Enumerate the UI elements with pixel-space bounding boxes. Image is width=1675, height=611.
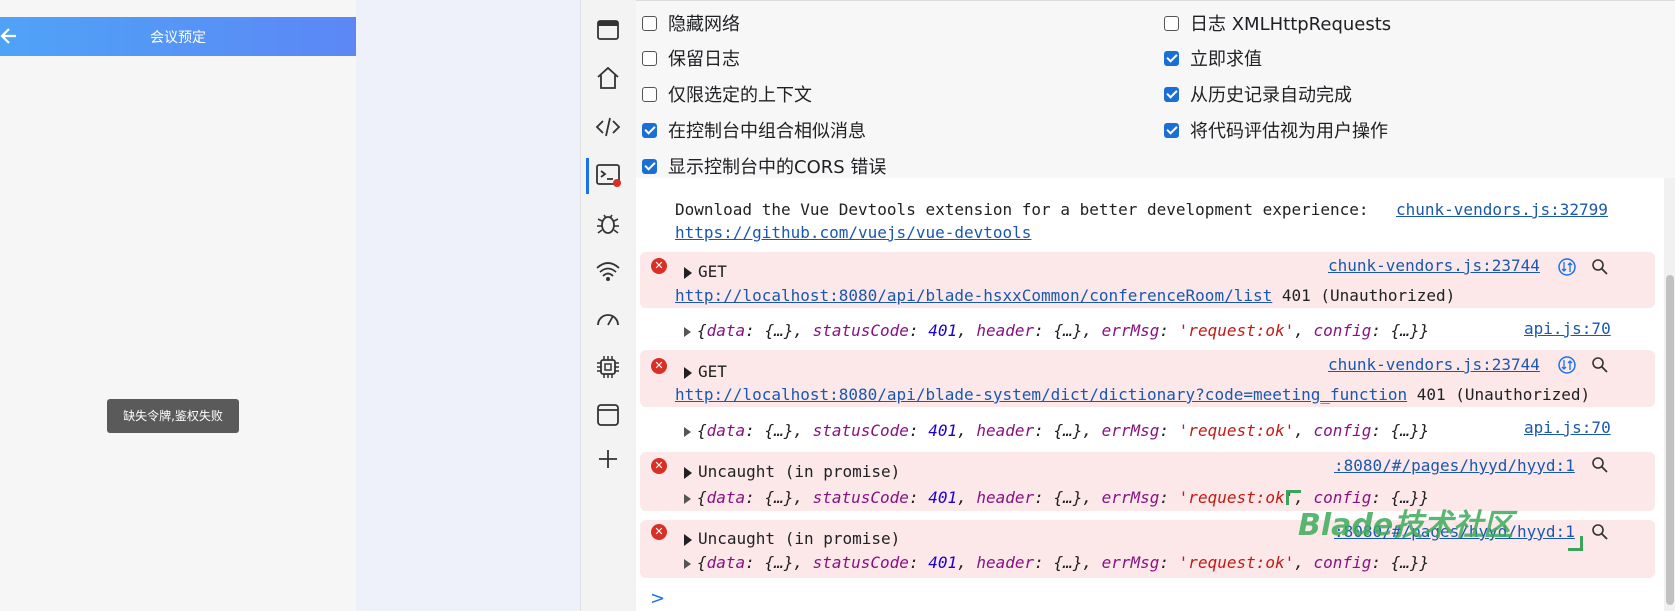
error-line: http://localhost:8080/api/blade-system/d… xyxy=(675,385,1591,404)
setting-eager-eval[interactable]: 立即求值 xyxy=(1164,45,1262,71)
vue-devtools-link[interactable]: https://github.com/vuejs/vue-devtools xyxy=(675,223,1031,242)
search-icon[interactable] xyxy=(1591,523,1609,541)
search-icon[interactable] xyxy=(1591,356,1609,374)
uncaught-error[interactable]: Uncaught (in promise) xyxy=(684,462,900,481)
code-icon[interactable] xyxy=(595,114,621,140)
request-method[interactable]: GET xyxy=(684,262,727,281)
object-preview[interactable]: {data: {…}, statusCode: 401, header: {…}… xyxy=(684,321,1429,340)
setting-log-xhr[interactable]: 日志 XMLHttpRequests xyxy=(1164,10,1391,36)
checkbox[interactable] xyxy=(642,15,657,31)
checkbox[interactable] xyxy=(642,122,657,138)
performance-icon[interactable] xyxy=(595,306,621,332)
console-settings-panel: 隐藏网络 保留日志 仅限选定的上下文 在控制台中组合相似消息 显示控制台中的CO… xyxy=(636,0,1675,179)
request-method[interactable]: GET xyxy=(684,362,727,381)
setting-autocomplete[interactable]: 从历史记录自动完成 xyxy=(1164,81,1352,107)
source-link[interactable]: chunk-vendors.js:23744 xyxy=(1328,355,1540,374)
checkbox[interactable] xyxy=(642,86,657,102)
active-tab-indicator xyxy=(586,158,589,194)
error-icon: ✕ xyxy=(651,258,667,274)
checkbox[interactable] xyxy=(642,158,657,174)
wifi-icon[interactable] xyxy=(595,258,621,284)
error-icon: ✕ xyxy=(651,458,667,474)
watermark-bracket xyxy=(1568,536,1583,551)
preview-header: 会议预定 xyxy=(0,17,356,56)
window-icon[interactable] xyxy=(595,17,621,43)
setting-user-activation[interactable]: 将代码评估视为用户操作 xyxy=(1164,117,1388,143)
checkbox[interactable] xyxy=(1164,122,1179,138)
error-line: http://localhost:8080/api/blade-hsxxComm… xyxy=(675,286,1456,305)
checkbox[interactable] xyxy=(642,50,657,66)
setting-selected-context[interactable]: 仅限选定的上下文 xyxy=(642,81,812,107)
error-icon: ✕ xyxy=(651,524,667,540)
request-url[interactable]: http://localhost:8080/api/blade-system/d… xyxy=(675,385,1407,404)
vue-devtools-message: Download the Vue Devtools extension for … xyxy=(675,200,1369,219)
source-link[interactable]: api.js:70 xyxy=(1524,418,1611,437)
console-prompt[interactable]: > xyxy=(650,588,665,609)
scrollbar-thumb[interactable] xyxy=(1666,275,1674,605)
source-link[interactable]: :8080/#/pages/hyyd/hyyd:1 xyxy=(1334,456,1575,475)
console-icon[interactable] xyxy=(595,162,621,188)
checkbox[interactable] xyxy=(1164,50,1179,66)
setting-cors-errors[interactable]: 显示控制台中的CORS 错误 xyxy=(642,153,886,179)
checkbox[interactable] xyxy=(1164,86,1179,102)
setting-group-similar[interactable]: 在控制台中组合相似消息 xyxy=(642,117,866,143)
network-request-icon[interactable] xyxy=(1558,356,1576,374)
source-link[interactable]: chunk-vendors.js:32799 xyxy=(1396,200,1608,219)
search-icon[interactable] xyxy=(1591,456,1609,474)
bug-icon[interactable] xyxy=(595,210,621,236)
empty-area xyxy=(356,0,580,611)
error-toast: 缺失令牌,鉴权失败 xyxy=(107,399,239,433)
network-request-icon[interactable] xyxy=(1558,258,1576,276)
error-icon: ✕ xyxy=(651,358,667,374)
source-link[interactable]: api.js:70 xyxy=(1524,319,1611,338)
devtools-activity-bar xyxy=(580,0,637,611)
setting-hide-network[interactable]: 隐藏网络 xyxy=(642,10,740,36)
preview-title: 会议预定 xyxy=(150,30,206,46)
source-link[interactable]: chunk-vendors.js:23744 xyxy=(1328,256,1540,275)
checkbox[interactable] xyxy=(1164,15,1179,31)
panel-icon[interactable] xyxy=(595,402,621,428)
watermark: Blade技术社区 xyxy=(1298,508,1514,543)
phone-preview: 会议预定 缺失令牌,鉴权失败 xyxy=(0,0,356,611)
request-url[interactable]: http://localhost:8080/api/blade-hsxxComm… xyxy=(675,286,1272,305)
object-preview[interactable]: {data: {…}, statusCode: 401, header: {…}… xyxy=(684,421,1429,440)
chip-icon[interactable] xyxy=(595,354,621,380)
setting-preserve-log[interactable]: 保留日志 xyxy=(642,45,740,71)
plus-icon[interactable] xyxy=(595,446,621,472)
home-icon[interactable] xyxy=(595,65,621,91)
object-preview[interactable]: {data: {…}, statusCode: 401, header: {…}… xyxy=(684,553,1429,572)
uncaught-error[interactable]: Uncaught (in promise) xyxy=(684,529,900,548)
search-icon[interactable] xyxy=(1591,258,1609,276)
